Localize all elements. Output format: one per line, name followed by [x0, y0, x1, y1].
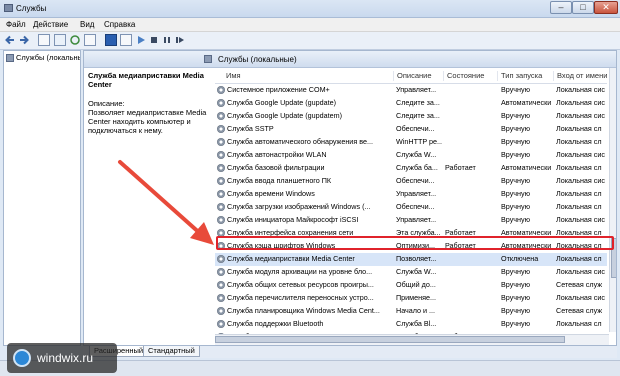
watermark-logo-icon	[13, 349, 31, 367]
watermark-text: windwix.ru	[37, 351, 94, 365]
pointer-arrow-icon	[118, 160, 214, 245]
watermark: windwix.ru	[7, 343, 117, 373]
services-window: Службы – □ ✕ Файл Действие Вид Справка С…	[0, 0, 620, 376]
